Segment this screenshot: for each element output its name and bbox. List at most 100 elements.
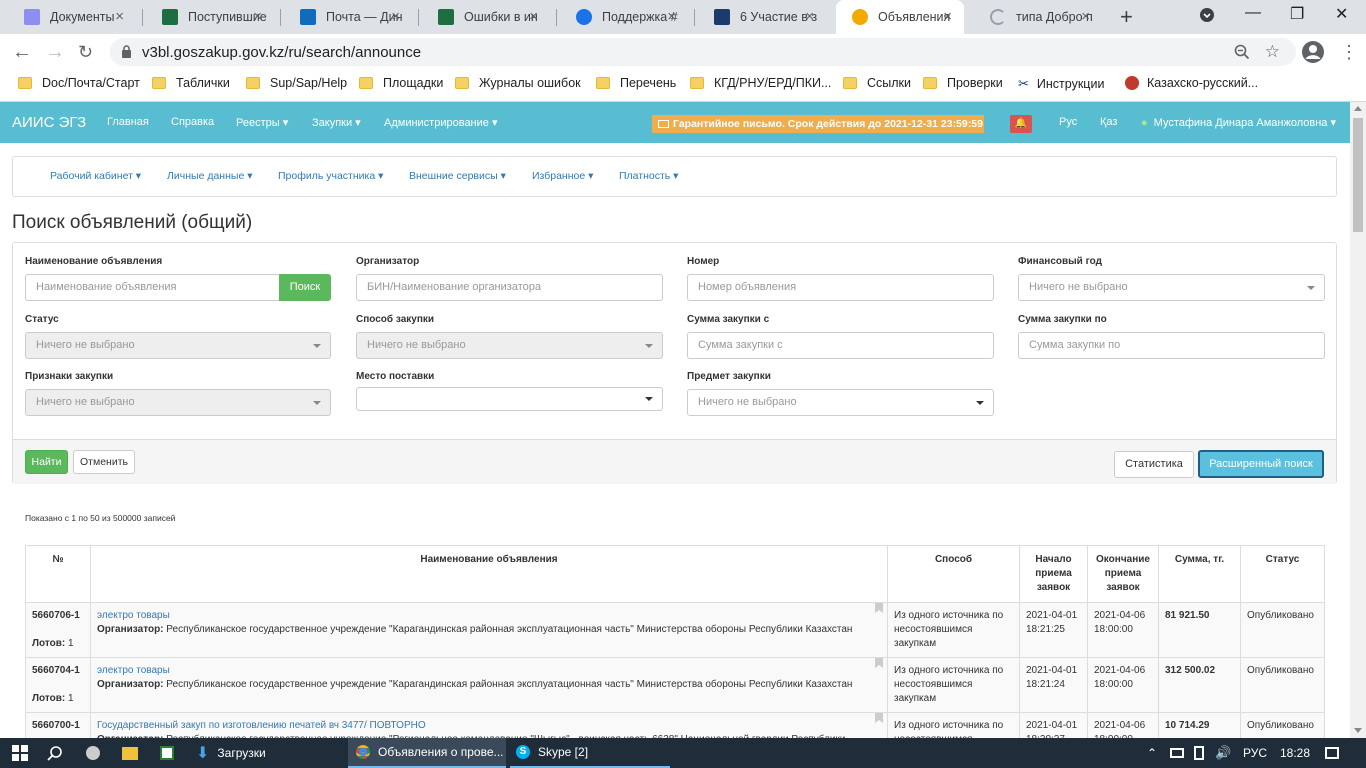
- browser-tab[interactable]: типа Добро п ×: [974, 0, 1102, 34]
- subnav-favorites[interactable]: Избранное ▾: [532, 170, 593, 182]
- close-tab-icon[interactable]: ×: [529, 9, 538, 24]
- close-tab-icon[interactable]: ×: [943, 9, 952, 24]
- cortana-icon[interactable]: [86, 738, 100, 768]
- sum-to-input[interactable]: Сумма закупки по: [1018, 332, 1325, 359]
- volume-icon[interactable]: 🔊: [1215, 738, 1231, 768]
- col-start[interactable]: Начало приема заявок: [1019, 545, 1088, 603]
- announcement-link[interactable]: электро товары: [97, 610, 170, 621]
- sum-from-input[interactable]: Сумма закупки с: [687, 332, 994, 359]
- bookmark-ribbon-icon[interactable]: [875, 658, 883, 668]
- lang-ru[interactable]: Рус: [1059, 116, 1077, 128]
- col-number[interactable]: №: [25, 545, 91, 603]
- forward-arrow-icon[interactable]: →: [45, 42, 65, 62]
- reload-icon[interactable]: ↻: [78, 42, 93, 62]
- battery-icon[interactable]: [1194, 738, 1204, 768]
- bookmark-item[interactable]: Таблички: [152, 76, 230, 90]
- col-end[interactable]: Окончание приема заявок: [1087, 545, 1159, 603]
- bookmark-item[interactable]: КГД/РНУ/ЕРД/ПКИ...: [690, 76, 831, 90]
- taskbar-chrome[interactable]: Объявления о прове...: [348, 738, 506, 768]
- close-tab-icon[interactable]: ×: [805, 9, 814, 24]
- taskbar-skype[interactable]: S Skype [2]: [510, 738, 670, 768]
- nav-registries[interactable]: Реестры ▾: [236, 116, 288, 129]
- lang-kz[interactable]: Қаз: [1100, 116, 1117, 128]
- organizer-input[interactable]: БИН/Наименование организатора: [356, 274, 663, 301]
- bookmark-item[interactable]: Казахско-русский...: [1125, 76, 1258, 90]
- bookmark-item[interactable]: ✂ Инструкции: [1018, 76, 1104, 92]
- table-row[interactable]: 5660704-1 Лотов: 1 электро товары Организат…: [25, 657, 1325, 713]
- announcement-number-input[interactable]: Номер объявления: [687, 274, 994, 301]
- search-icon[interactable]: [47, 738, 63, 768]
- cancel-button[interactable]: Отменить: [73, 450, 135, 474]
- subnav-external-services[interactable]: Внешние сервисы ▾: [409, 170, 506, 182]
- windows-start-icon[interactable]: [12, 738, 28, 768]
- minimize-button[interactable]: —: [1245, 4, 1261, 22]
- nav-home[interactable]: Главная: [107, 116, 149, 128]
- announcement-name-input[interactable]: Наименование объявления: [25, 274, 281, 301]
- keyboard-language[interactable]: РУС: [1243, 738, 1267, 768]
- subnav-paid-services[interactable]: Платность ▾: [619, 170, 678, 182]
- browser-tab[interactable]: 6 Участие в з ×: [698, 0, 826, 34]
- tray-chevron-icon[interactable]: ⌃: [1147, 738, 1157, 768]
- calculator-icon[interactable]: [160, 738, 174, 768]
- clock-time[interactable]: 18:28: [1280, 738, 1310, 768]
- subnav-participant-profile[interactable]: Профиль участника ▾: [278, 170, 383, 182]
- fiscal-year-select[interactable]: Ничего не выбрано: [1018, 274, 1325, 301]
- purchase-signs-select[interactable]: Ничего не выбрано: [25, 389, 331, 416]
- nav-help[interactable]: Справка: [171, 116, 214, 128]
- guarantee-badge[interactable]: Гарантийное письмо. Срок действия до 202…: [652, 115, 984, 133]
- bookmark-ribbon-icon[interactable]: [875, 713, 883, 723]
- name-search-button[interactable]: Поиск: [279, 274, 331, 301]
- close-tab-icon[interactable]: ×: [253, 9, 262, 24]
- advanced-search-button[interactable]: Расширенный поиск: [1198, 450, 1324, 478]
- col-name[interactable]: Наименование объявления: [90, 545, 888, 603]
- status-select[interactable]: Ничего не выбрано: [25, 332, 331, 359]
- zoom-icon[interactable]: [1234, 44, 1250, 60]
- col-status[interactable]: Статус: [1240, 545, 1325, 603]
- brand-logo[interactable]: АИИС ЭГЗ: [12, 114, 86, 131]
- browser-tab[interactable]: Ошибки в ин ×: [422, 0, 550, 34]
- bookmark-item[interactable]: Ссылки: [843, 76, 911, 90]
- new-tab-button[interactable]: +: [1120, 6, 1133, 28]
- delivery-place-select[interactable]: [356, 387, 663, 411]
- scroll-down-icon[interactable]: [1354, 728, 1362, 733]
- user-menu[interactable]: ● Мустафина Динара Аманжоловна ▾: [1141, 116, 1336, 129]
- browser-menu-icon[interactable]: ⋮: [1340, 42, 1358, 63]
- tab-search-icon[interactable]: [1200, 8, 1214, 22]
- find-button[interactable]: Найти: [25, 450, 68, 474]
- browser-tab[interactable]: Почта — Дин ×: [284, 0, 412, 34]
- notifications-icon[interactable]: [1325, 738, 1339, 768]
- browser-tab[interactable]: Объявления ×: [836, 0, 964, 34]
- statistics-button[interactable]: Статистика: [1114, 451, 1194, 478]
- bookmark-item[interactable]: Doc/Почта/Старт: [18, 76, 140, 90]
- maximize-button[interactable]: ❐: [1290, 4, 1304, 24]
- browser-tab[interactable]: Поступившие ×: [146, 0, 274, 34]
- scrollbar-thumb[interactable]: [1353, 118, 1363, 232]
- bookmark-item[interactable]: Площадки: [359, 76, 443, 90]
- address-bar[interactable]: v3bl.goszakup.gov.kz/ru/search/announce …: [110, 38, 1296, 66]
- browser-tab[interactable]: Документы ×: [8, 0, 136, 34]
- nav-administration[interactable]: Администрирование ▾: [384, 116, 497, 129]
- star-bookmark-icon[interactable]: ☆: [1265, 42, 1280, 62]
- announcement-link[interactable]: электро товары: [97, 665, 170, 676]
- browser-tab[interactable]: Поддержка # ×: [560, 0, 688, 34]
- bookmark-item[interactable]: Перечень: [596, 76, 676, 90]
- bookmark-item[interactable]: Журналы ошибок: [455, 76, 581, 90]
- nav-purchases[interactable]: Закупки ▾: [312, 116, 361, 129]
- close-tab-icon[interactable]: ×: [667, 9, 676, 24]
- col-sum[interactable]: Сумма, тг.: [1158, 545, 1241, 603]
- profile-avatar-icon[interactable]: [1302, 41, 1324, 63]
- back-arrow-icon[interactable]: ←: [12, 42, 32, 62]
- network-icon[interactable]: [1170, 738, 1184, 768]
- table-row[interactable]: 5660706-1 Лотов: 1 электро товары Организат…: [25, 602, 1325, 658]
- file-explorer-icon[interactable]: [122, 738, 138, 768]
- announcement-link[interactable]: Государственный закуп по изготовлению пе…: [97, 720, 426, 731]
- notification-bell-icon[interactable]: 🔔: [1010, 115, 1032, 133]
- bookmark-item[interactable]: Проверки: [923, 76, 1003, 90]
- bookmark-item[interactable]: Sup/Sap/Help: [246, 76, 347, 90]
- scroll-up-icon[interactable]: [1354, 106, 1362, 111]
- bookmark-ribbon-icon[interactable]: [875, 603, 883, 613]
- subnav-workspace[interactable]: Рабочий кабинет ▾: [50, 170, 141, 182]
- close-tab-icon[interactable]: ×: [391, 9, 400, 24]
- close-tab-icon[interactable]: ×: [1081, 9, 1090, 24]
- purchase-subject-select[interactable]: Ничего не выбрано: [687, 389, 994, 416]
